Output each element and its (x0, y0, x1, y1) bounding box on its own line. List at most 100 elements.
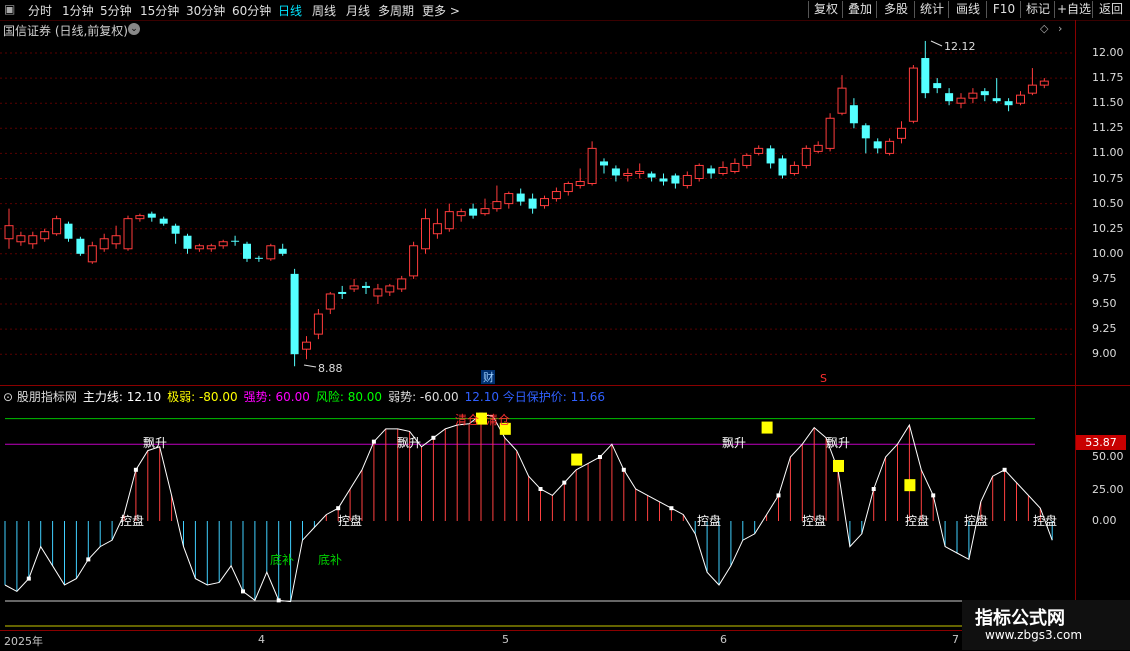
candle-body (730, 162, 740, 172)
candle-body (302, 341, 311, 350)
candle-body (231, 240, 240, 242)
candle-body (1039, 80, 1049, 86)
candle-body (897, 127, 906, 139)
candle-body (956, 97, 966, 104)
signal-dot (133, 467, 138, 472)
watermark-title: 指标公式网 (975, 608, 1065, 629)
candle-body (444, 211, 454, 230)
candle-body (933, 83, 942, 89)
low-label: 8.88 (318, 362, 343, 375)
dibu-label: 底补 (270, 552, 294, 567)
candle-body (600, 161, 608, 166)
candle-body (718, 166, 728, 174)
signal-dot (371, 439, 376, 444)
candle-body (40, 231, 50, 240)
candle-body (76, 238, 85, 254)
kongpan-label: 控盘 (120, 513, 144, 528)
piaosheng-label: 飘升 (143, 436, 167, 450)
candle-body (1027, 84, 1037, 94)
candle-body (754, 147, 764, 154)
signal-square (571, 453, 583, 466)
piaosheng-label: 飘升 (722, 436, 746, 450)
candle-body (682, 174, 692, 187)
candle-body (4, 225, 14, 240)
candle-body (540, 198, 549, 207)
signal-dot (431, 435, 436, 440)
signal-dot (241, 589, 245, 594)
candle-body (87, 245, 97, 263)
candle-body (290, 273, 299, 355)
candle-body (218, 241, 228, 247)
candle-body (885, 140, 895, 154)
candle-body (528, 198, 537, 209)
signal-dot (871, 487, 876, 491)
candle-body (504, 193, 514, 205)
chart-canvas: 12.12 8.88 财 S 飘升 飘升 飘升 飘升控盘 控盘 控盘 控盘 控盘 控盘 控盘底补 底补 清仓清… (0, 40, 1075, 627)
candle-body (206, 245, 216, 250)
candle-body (52, 218, 62, 235)
kongpan-label: 控盘 (338, 513, 362, 528)
candle-body (635, 170, 645, 174)
piaosheng-label: 飘升 (826, 436, 850, 450)
candle-body (266, 245, 276, 260)
candle-body (313, 313, 323, 335)
signal-dot (598, 455, 602, 459)
candle-body (385, 285, 395, 293)
candle-body (254, 257, 263, 259)
signal-dot (669, 506, 674, 511)
signal-dot (336, 506, 341, 511)
candle-body (397, 278, 407, 290)
candle-body (908, 67, 918, 122)
candle-body (968, 92, 978, 99)
candle-body (742, 154, 752, 166)
signal-dot (538, 487, 543, 491)
qingcang-label: 清仓 (455, 413, 479, 427)
signal-dot (621, 467, 626, 472)
watermark-url: www.zbgs3.com (985, 628, 1083, 642)
candle-body (432, 223, 442, 235)
candle-body (563, 183, 573, 193)
finance-marker: 财 (483, 370, 494, 384)
candle-body (278, 248, 287, 254)
signal-dot (1002, 467, 1007, 472)
candle-body (480, 208, 490, 215)
candle-body (861, 125, 870, 139)
candle-body (123, 218, 133, 250)
signal-dot (276, 598, 281, 603)
high-label: 12.12 (944, 40, 976, 53)
piaosheng-label: 飘升 (397, 436, 421, 450)
candle-body (99, 238, 109, 250)
candle-body (623, 172, 633, 176)
kongpan-label: 控盘 (1033, 513, 1057, 528)
candle-body (64, 223, 73, 239)
candle-body (469, 208, 478, 216)
candle-body (421, 218, 430, 250)
candle-body (671, 175, 680, 184)
candle-body (349, 285, 359, 290)
signal-dot (931, 493, 936, 498)
candle-body (1004, 101, 1013, 106)
candle-body (587, 147, 597, 185)
kongpan-label: 控盘 (802, 513, 826, 528)
candle-body (825, 117, 835, 149)
candle-body (980, 91, 989, 96)
candle-body (362, 285, 370, 288)
candle-body (16, 235, 26, 243)
candle-body (28, 235, 38, 245)
candle-body (111, 235, 121, 245)
candle-body (194, 245, 204, 250)
candle-body (945, 93, 954, 102)
low-pointer (303, 364, 317, 368)
candle-body (921, 58, 930, 94)
kongpan-label: 控盘 (905, 513, 929, 528)
candle-body (409, 245, 419, 277)
candle-body (992, 98, 1001, 102)
high-pointer (930, 40, 943, 47)
candle-body (171, 225, 180, 234)
candle-body (647, 173, 656, 178)
kongpan-label: 控盘 (697, 513, 721, 528)
signal-square (833, 459, 844, 472)
signal-square (761, 421, 773, 434)
qingcang-label: 清仓 (486, 413, 510, 427)
candle-body (135, 215, 145, 220)
